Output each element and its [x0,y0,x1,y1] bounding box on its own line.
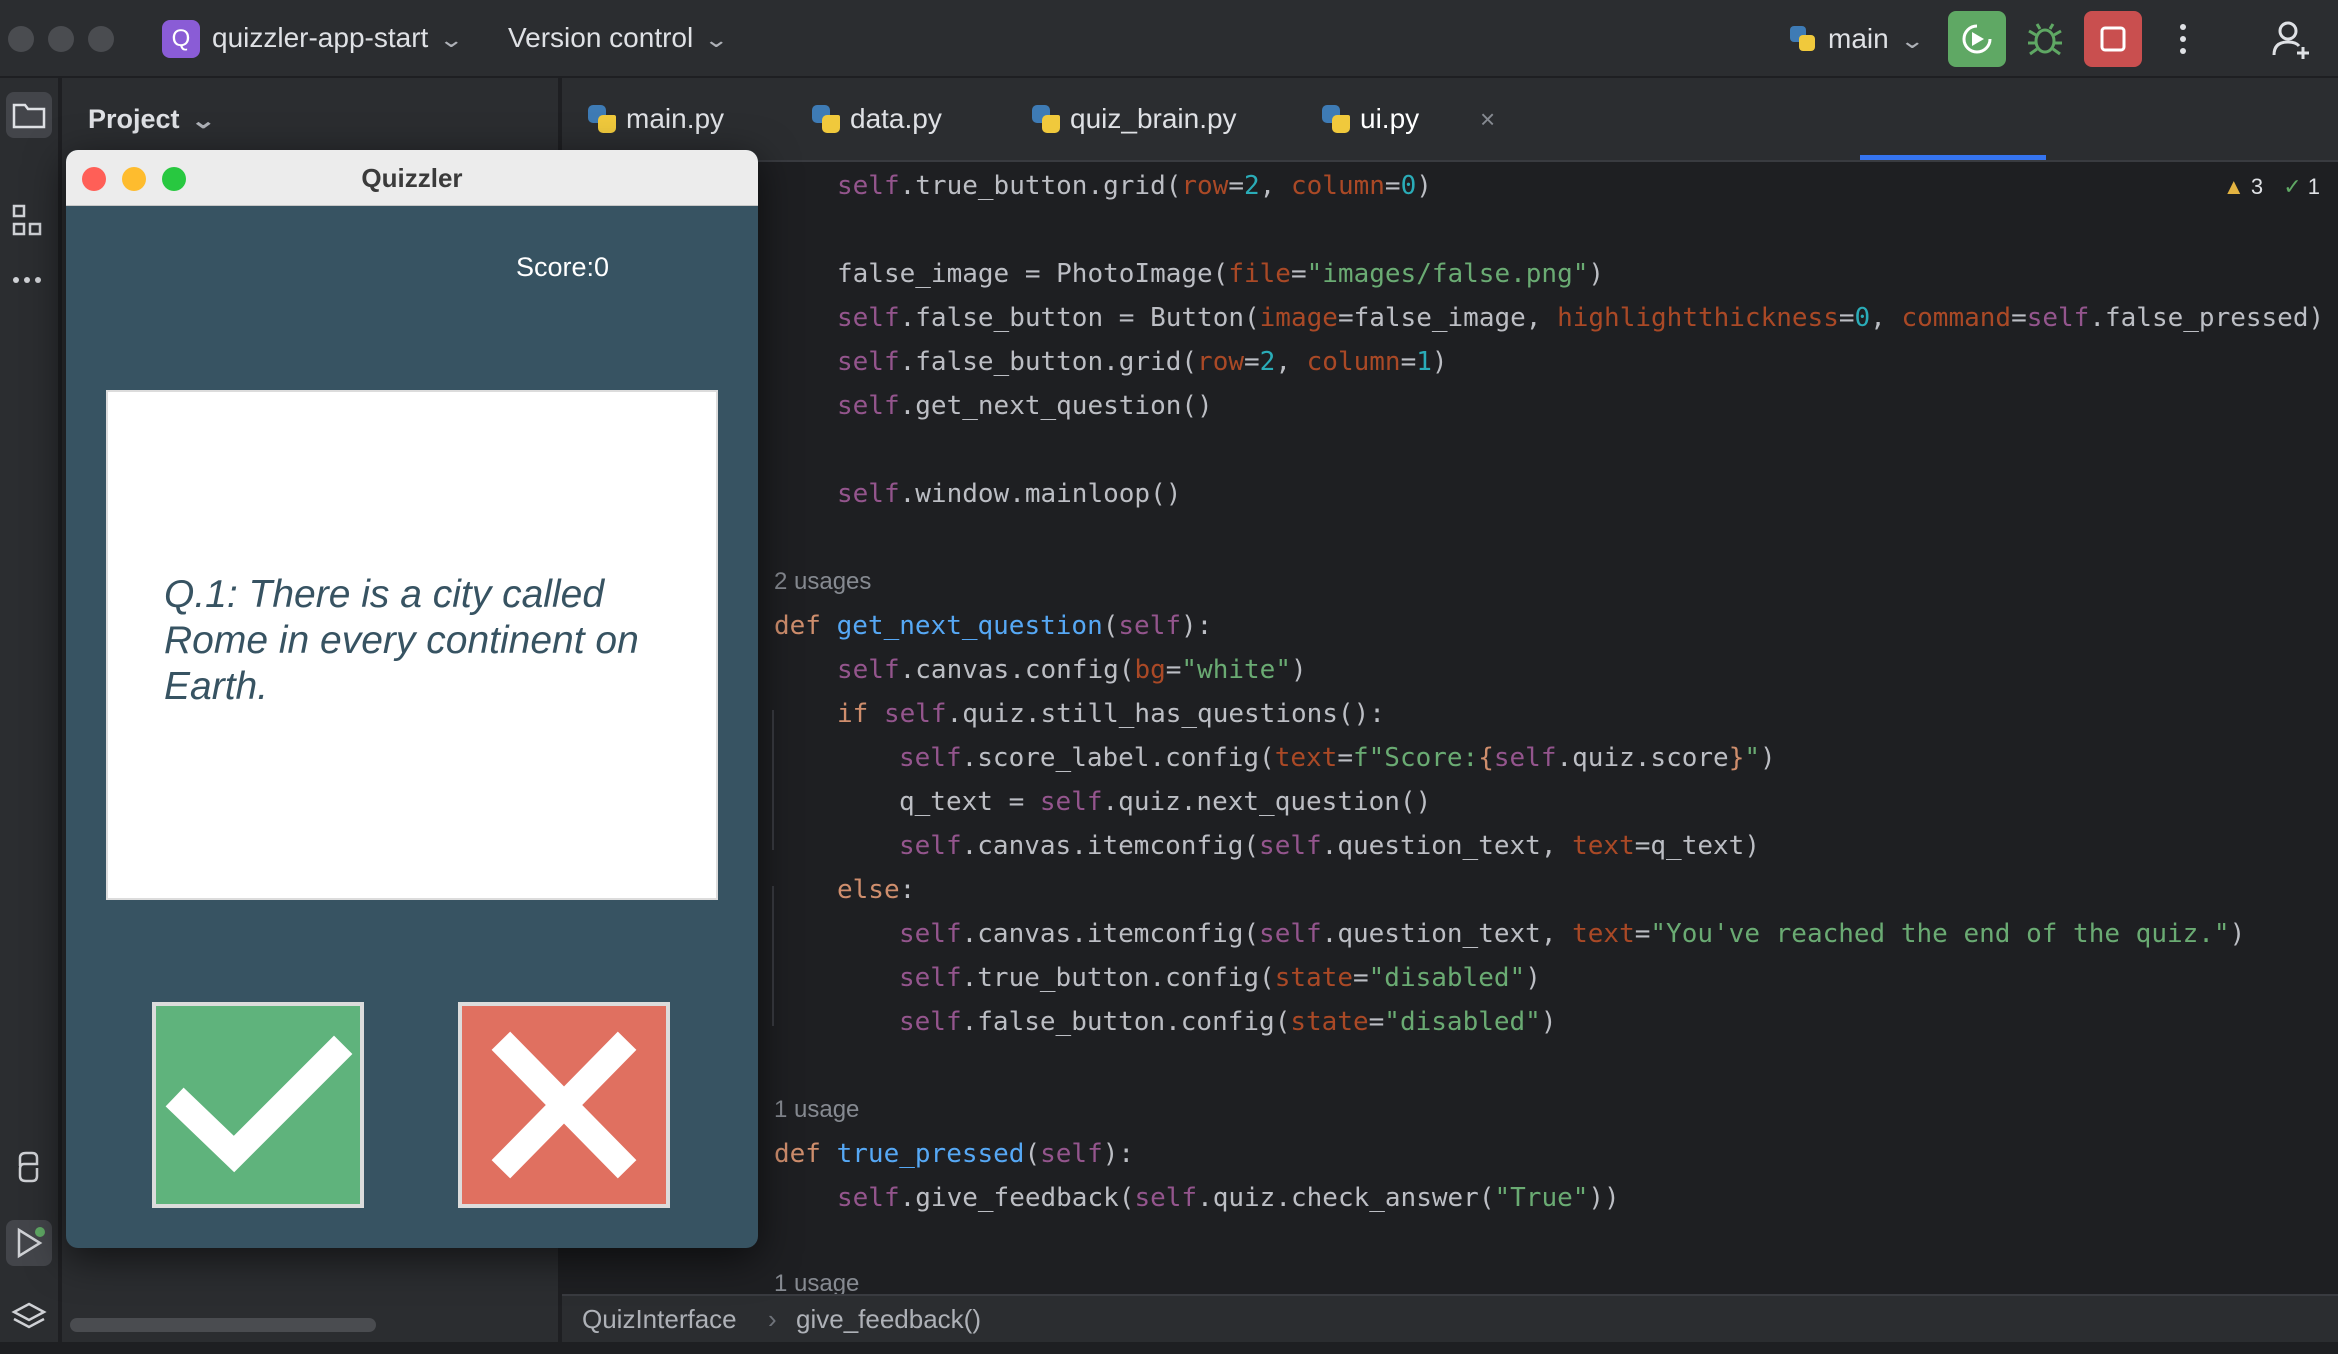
branch-switcher[interactable]: main ⌄ [1790,22,1925,55]
more-icon [2180,24,2186,54]
quizzler-title: Quizzler [361,163,463,193]
ellipsis-icon [13,277,41,283]
editor-tabs: main.py data.py quiz_brain.py ui.py × [562,78,2338,162]
code-line: self.false_button.config(state="disabled… [899,1007,1557,1037]
python-file-icon [1032,105,1060,133]
project-panel-title: Project [88,104,180,134]
quizzler-window: Quizzler Score:0 Q.1: There is a city ca… [66,150,758,1248]
tab-main-py[interactable]: main.py [588,78,758,160]
add-user-icon [2272,21,2309,59]
run-coverage-icon [1962,24,1992,54]
tab-label: main.py [626,103,725,134]
quizzler-title-bar: Quizzler [66,150,758,206]
branch-icon [1790,26,1816,52]
check-icon: ✓ [2283,174,2302,199]
stop-button[interactable] [2084,11,2142,67]
python-file-icon [588,105,616,133]
stop-icon [2100,26,2126,52]
debug-button[interactable] [2016,11,2074,67]
close-tab-icon[interactable]: × [1480,78,1495,160]
layers-tool-button[interactable] [6,1294,52,1340]
code-line: self.canvas.itemconfig(self.question_tex… [899,919,2246,949]
tab-label: data.py [850,103,942,134]
code-line: def get_next_question(self): [774,611,1213,641]
chevron-down-icon: ⌄ [703,27,730,52]
false-button[interactable] [458,1002,670,1208]
code-line: if self.quiz.still_has_questions(): [837,699,1385,729]
warning-icon: ▲ [2222,174,2245,199]
code-line: self.get_next_question() [837,391,1213,421]
code-line: self.canvas.itemconfig(self.question_tex… [899,831,1760,861]
score-label: Score:0 [516,252,610,282]
horizontal-scrollbar[interactable] [70,1318,376,1332]
branch-name: main [1828,23,1889,54]
code-line: q_text = self.quiz.next_question() [899,787,1432,817]
tab-data-py[interactable]: data.py [812,78,982,160]
tab-quiz-brain-py[interactable]: quiz_brain.py [1032,78,1262,160]
indent-guide [772,886,774,1026]
version-control-menu[interactable]: Version control ⌄ [508,22,729,54]
tool-window-strip [0,78,60,1342]
code-line: self.canvas.config(bg="white") [837,655,1307,685]
tab-label: quiz_brain.py [1070,103,1237,134]
structure-tool-button[interactable] [6,198,52,244]
question-text: Q.1: There is a city called Rome in ever… [164,573,639,708]
code-line: self.false_button = Button(image=false_i… [837,303,2325,333]
status-bar: QuizInterface › give_feedback() [562,1294,2338,1342]
close-window-button[interactable] [8,26,34,52]
project-badge[interactable]: Q [162,20,200,58]
chevron-down-icon: ⌄ [189,108,216,133]
code-line: self.window.mainloop() [837,479,1182,509]
usages-hint[interactable]: 1 usage [774,1096,859,1124]
breadcrumb-method[interactable]: give_feedback() [796,1304,981,1335]
more-actions-button[interactable] [2154,11,2212,67]
tab-label: ui.py [1360,103,1420,134]
cross-icon [491,1031,637,1179]
project-name: quizzler-app-start [212,22,429,53]
title-bar: Q quizzler-app-start ⌄ Version control ⌄ m… [0,0,2338,78]
add-user-button[interactable] [2262,11,2320,67]
code-line: else: [837,875,916,905]
code-line: self.give_feedback(self.quiz.check_answe… [837,1183,1620,1213]
run-icon [17,1227,45,1259]
chevron-down-icon: ⌄ [438,27,465,52]
check-count: 1 [2307,174,2320,199]
breadcrumb-separator-icon: › [768,1304,777,1334]
debug-icon [2028,23,2062,56]
code-line: self.true_button.config(state="disabled"… [899,963,1541,993]
python-file-icon [1322,105,1350,133]
more-tools-button[interactable] [6,256,52,302]
checkmark-icon [165,1035,353,1173]
code-line: self.false_button.grid(row=2, column=1) [837,347,1448,377]
project-panel-header[interactable]: Project ⌄ [88,104,216,135]
project-tool-button[interactable] [6,92,52,138]
run-tool-button[interactable] [6,1220,52,1266]
code-editor[interactable]: ▲ 3 ✓ 1 self.true_button.grid(row=2, col… [562,164,2338,1297]
chevron-down-icon: ⌄ [1899,28,1925,53]
tab-ui-py[interactable]: ui.py × [1322,78,1502,160]
python-file-icon [812,105,840,133]
breadcrumb-class[interactable]: QuizInterface [582,1304,737,1335]
layers-icon [11,1302,47,1329]
indent-guide [772,710,774,850]
code-line: self.score_label.config(text=f"Score:{se… [899,743,1776,773]
question-canvas: Q.1: There is a city called Rome in ever… [106,390,718,900]
code-line: false_image = PhotoImage(file="images/fa… [837,259,1605,289]
inspection-widget[interactable]: ▲ 3 ✓ 1 [2223,174,2320,200]
run-coverage-button[interactable] [1948,11,2006,67]
version-control-label: Version control [508,22,694,53]
python-console-button[interactable] [6,1144,52,1190]
project-switcher[interactable]: quizzler-app-start ⌄ [212,22,464,54]
usages-hint[interactable]: 2 usages [774,568,871,596]
true-button[interactable] [152,1002,364,1208]
warning-count: 3 [2250,174,2264,199]
code-line: self.true_button.grid(row=2, column=0) [837,171,1432,201]
python-console-icon [18,1151,39,1183]
active-tab-indicator [1860,155,2046,160]
minimize-window-button[interactable] [48,26,74,52]
zoom-window-button[interactable] [88,26,114,52]
structure-icon [12,204,42,236]
code-line: def true_pressed(self): [774,1139,1135,1169]
folder-icon [12,103,46,129]
